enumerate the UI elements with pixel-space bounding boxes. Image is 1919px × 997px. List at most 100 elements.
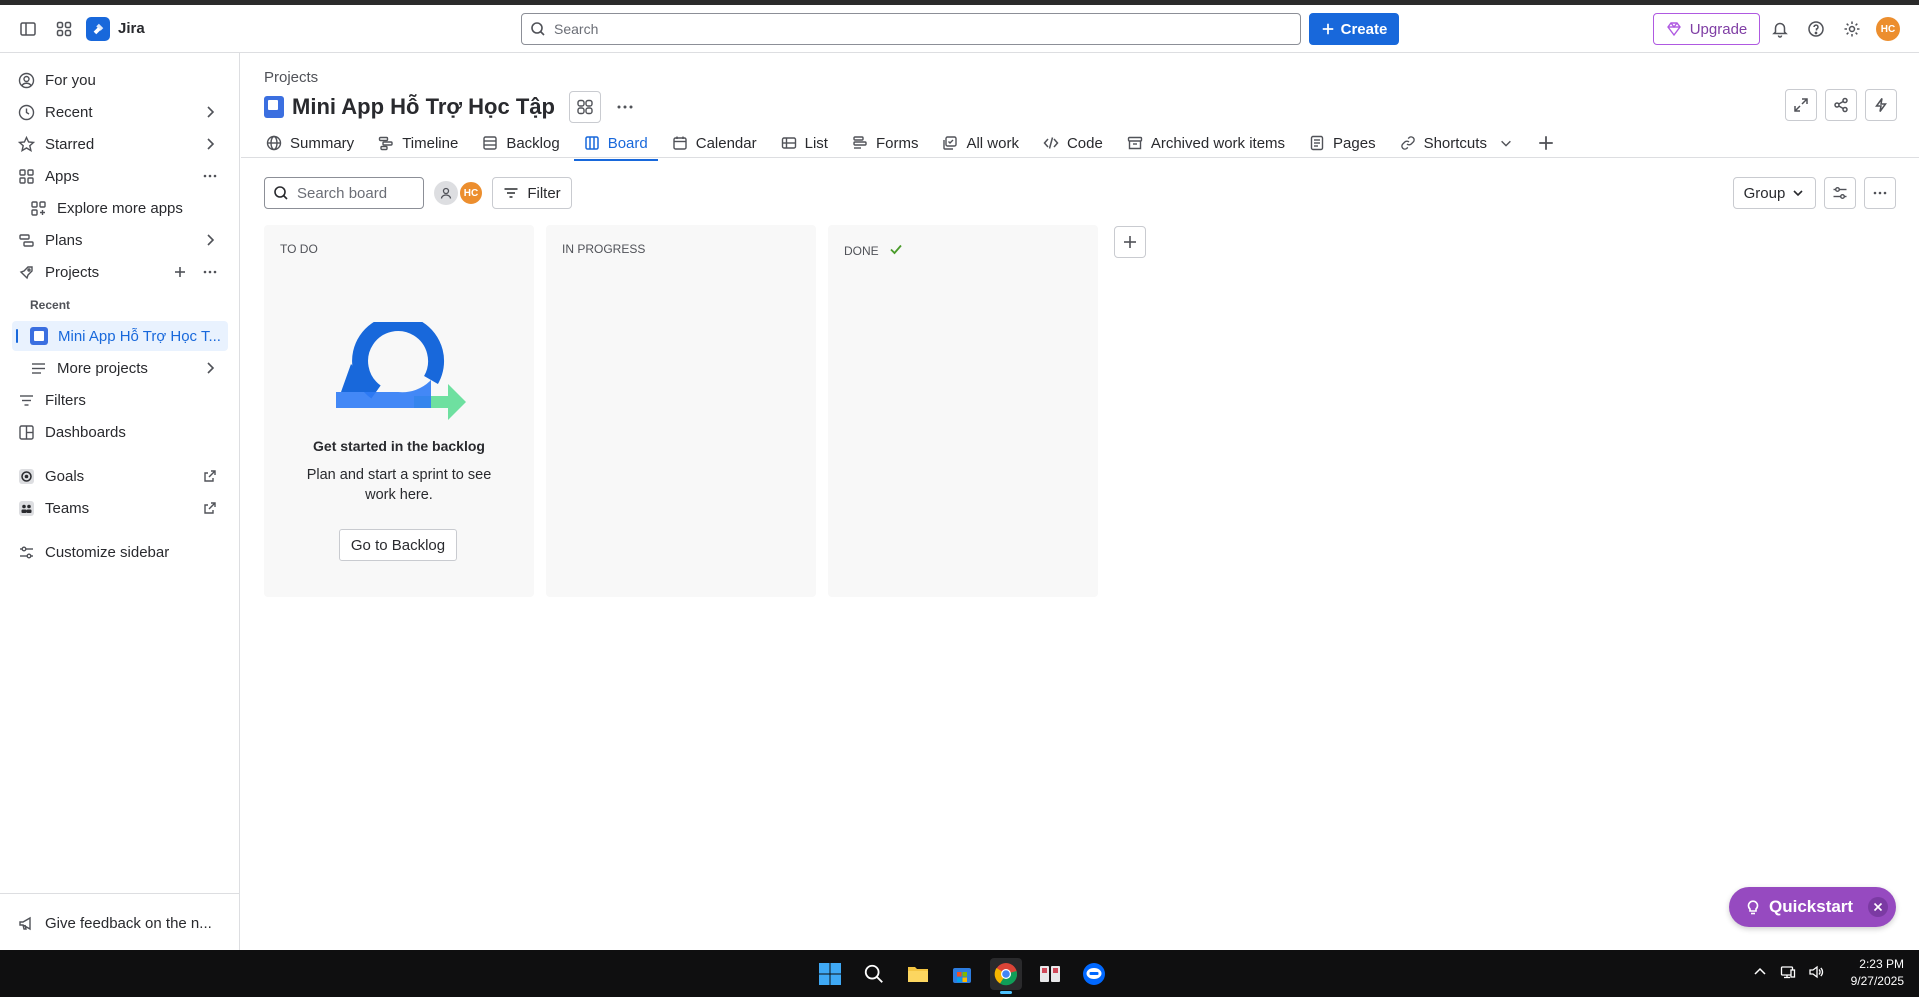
upgrade-button[interactable]: Upgrade bbox=[1653, 13, 1760, 45]
tab-forms[interactable]: Forms bbox=[840, 129, 931, 157]
app-icon[interactable] bbox=[1034, 958, 1066, 990]
pages-icon bbox=[1310, 135, 1324, 151]
filter-button[interactable]: Filter bbox=[492, 177, 572, 209]
column-header[interactable]: TO DO bbox=[280, 242, 318, 256]
page-title[interactable]: Mini App Hỗ Trợ Học Tập bbox=[292, 94, 555, 120]
app-name: Jira bbox=[118, 20, 145, 37]
sidebar-item-label: Recent bbox=[45, 103, 93, 121]
more-icon[interactable] bbox=[202, 168, 218, 184]
tab-board[interactable]: Board bbox=[572, 129, 660, 161]
chevron-up-icon[interactable] bbox=[1752, 964, 1768, 980]
file-explorer-icon[interactable] bbox=[902, 958, 934, 990]
avatar: HC bbox=[1876, 17, 1900, 41]
give-feedback-button[interactable]: Give feedback on the n... bbox=[12, 908, 228, 938]
network-icon[interactable] bbox=[1780, 964, 1796, 980]
star-icon bbox=[18, 135, 35, 152]
plus-icon bbox=[1124, 236, 1136, 248]
global-search-input[interactable]: Search bbox=[521, 13, 1301, 45]
column-header[interactable]: IN PROGRESS bbox=[562, 242, 645, 256]
automation-lightning-icon[interactable] bbox=[1865, 89, 1897, 121]
sidebar-item-recent-project[interactable]: Mini App Hỗ Trợ Học T... bbox=[12, 321, 228, 351]
profile-avatar[interactable]: HC bbox=[1872, 13, 1904, 45]
tab-label: Archived work items bbox=[1150, 134, 1286, 152]
sidebar-item-dashboards[interactable]: Dashboards bbox=[12, 417, 228, 447]
forms-icon bbox=[853, 136, 867, 149]
tab-label: Code bbox=[1066, 134, 1103, 152]
tab-shortcuts[interactable]: Shortcuts bbox=[1388, 129, 1525, 157]
sidebar-item-customize[interactable]: Customize sidebar bbox=[12, 537, 228, 567]
view-settings-icon[interactable] bbox=[1824, 177, 1856, 209]
clock-time: 2:23 PM bbox=[1859, 957, 1904, 971]
column-title: DONE bbox=[844, 243, 879, 258]
jira-brand[interactable]: Jira bbox=[86, 16, 145, 41]
page-title-row: Mini App Hỗ Trợ Học Tập bbox=[264, 91, 641, 123]
go-to-backlog-button[interactable]: Go to Backlog bbox=[339, 529, 457, 561]
sidebar-item-apps[interactable]: Apps bbox=[12, 161, 228, 191]
taskbar-search-icon[interactable] bbox=[858, 958, 890, 990]
unassigned-avatar-icon[interactable] bbox=[434, 181, 458, 205]
sidebar-item-teams[interactable]: Teams bbox=[12, 493, 228, 523]
assignee-avatar[interactable]: HC bbox=[458, 180, 484, 206]
tab-summary[interactable]: Summary bbox=[264, 129, 366, 157]
windows-taskbar: 2:23 PM 9/27/2025 bbox=[0, 950, 1919, 997]
breadcrumb[interactable]: Projects bbox=[264, 69, 318, 86]
store-icon[interactable] bbox=[946, 958, 978, 990]
add-project-icon[interactable] bbox=[172, 264, 188, 280]
quickstart-button[interactable]: Quickstart bbox=[1729, 887, 1896, 927]
tab-label: Summary bbox=[290, 134, 355, 152]
sidebar-item-for-you[interactable]: For you bbox=[12, 65, 228, 95]
system-tray bbox=[1752, 964, 1824, 980]
project-more-icon[interactable] bbox=[609, 91, 641, 123]
sidebar-item-explore-apps[interactable]: Explore more apps bbox=[12, 193, 228, 223]
app-switcher-icon[interactable] bbox=[48, 13, 80, 45]
board-search-input[interactable]: Search board bbox=[264, 177, 424, 209]
column-header[interactable]: DONE bbox=[844, 242, 903, 259]
volume-icon[interactable] bbox=[1808, 964, 1824, 980]
chevron-right-icon bbox=[207, 138, 215, 150]
sidebar-item-projects[interactable]: Projects bbox=[12, 257, 228, 287]
filter-icon bbox=[20, 394, 33, 406]
sidebar-item-label: Filters bbox=[45, 391, 86, 409]
sidebar-item-more-projects[interactable]: More projects bbox=[12, 353, 228, 383]
tab-label: Timeline bbox=[402, 134, 459, 152]
tab-list[interactable]: List bbox=[769, 129, 840, 157]
sliders-icon bbox=[20, 546, 33, 558]
sidebar-item-filters[interactable]: Filters bbox=[12, 385, 228, 415]
sidebar-item-label: Give feedback on the n... bbox=[45, 914, 212, 932]
close-icon[interactable] bbox=[1868, 897, 1888, 917]
tab-timeline[interactable]: Timeline bbox=[366, 129, 470, 157]
group-by-button[interactable]: Group bbox=[1733, 177, 1816, 209]
windows-start-icon[interactable] bbox=[814, 958, 846, 990]
search-icon bbox=[274, 186, 288, 200]
fullscreen-icon[interactable] bbox=[1785, 89, 1817, 121]
tab-all-work[interactable]: All work bbox=[930, 129, 1031, 157]
tab-label: All work bbox=[966, 134, 1019, 152]
chrome-icon[interactable] bbox=[990, 958, 1022, 994]
add-column-button[interactable] bbox=[1114, 226, 1146, 258]
help-icon[interactable] bbox=[1800, 13, 1832, 45]
add-tab-button[interactable] bbox=[1525, 129, 1567, 157]
more-icon[interactable] bbox=[202, 264, 218, 280]
settings-gear-icon[interactable] bbox=[1836, 13, 1868, 45]
taskbar-clock[interactable]: 2:23 PM 9/27/2025 bbox=[1840, 956, 1904, 990]
sidebar-item-plans[interactable]: Plans bbox=[12, 225, 228, 255]
zalo-icon[interactable] bbox=[1078, 958, 1110, 990]
sidebar-toggle-icon[interactable] bbox=[12, 13, 44, 45]
notifications-bell-icon[interactable] bbox=[1764, 13, 1796, 45]
team-button[interactable] bbox=[568, 91, 601, 123]
sidebar-item-recent[interactable]: Recent bbox=[12, 97, 228, 127]
sidebar-item-starred[interactable]: Starred bbox=[12, 129, 228, 159]
tab-calendar[interactable]: Calendar bbox=[660, 129, 769, 157]
apps-plus-icon bbox=[31, 200, 46, 216]
tab-archived-work-items[interactable]: Archived work items bbox=[1115, 129, 1297, 157]
share-icon[interactable] bbox=[1825, 89, 1857, 121]
tab-backlog[interactable]: Backlog bbox=[470, 129, 571, 157]
create-button[interactable]: Create bbox=[1309, 13, 1399, 45]
tab-label: List bbox=[804, 134, 828, 152]
tab-pages[interactable]: Pages bbox=[1297, 129, 1388, 157]
sidebar-item-goals[interactable]: Goals bbox=[12, 461, 228, 491]
sidebar-item-label: Dashboards bbox=[45, 423, 126, 441]
tab-code[interactable]: Code bbox=[1031, 129, 1115, 157]
board-more-icon[interactable] bbox=[1864, 177, 1896, 209]
all-work-icon bbox=[943, 136, 958, 150]
